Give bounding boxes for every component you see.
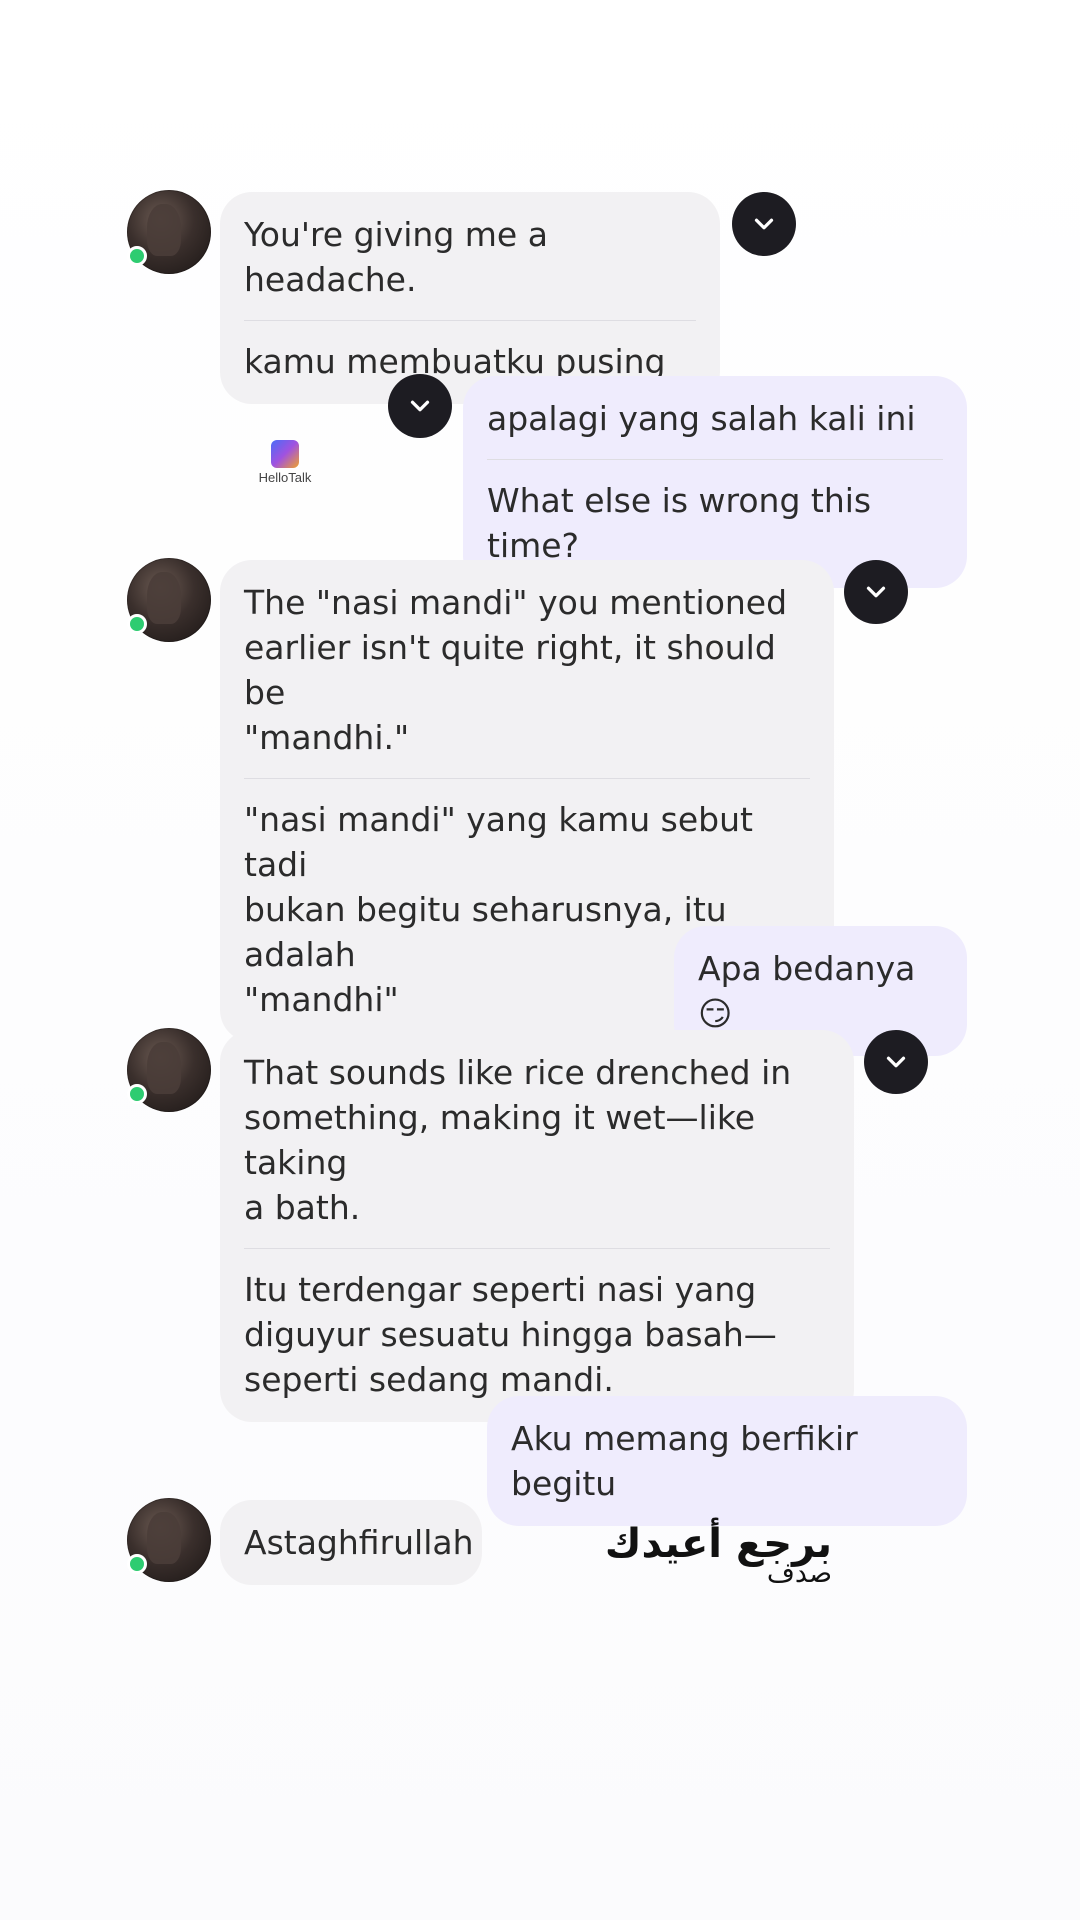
message-translation-text: Itu terdengar seperti nasi yang diguyur … bbox=[244, 1270, 777, 1399]
message-bubble-outgoing[interactable]: Aku memang berfikir begitu bbox=[487, 1396, 967, 1526]
avatar-figure bbox=[147, 1512, 181, 1564]
message-translation-text: What else is wrong this time? bbox=[487, 481, 872, 565]
message-original-text: Apa bedanya😏 bbox=[698, 949, 916, 1033]
message-bubble-incoming[interactable]: You're giving me a headache. kamu membua… bbox=[220, 192, 720, 404]
watermark-label: HelloTalk bbox=[258, 470, 312, 485]
translate-toggle-button[interactable] bbox=[732, 192, 796, 256]
message-bubble-outgoing[interactable]: apalagi yang salah kali ini What else is… bbox=[463, 376, 967, 588]
translation-divider bbox=[244, 1248, 830, 1249]
chevron-down-icon bbox=[866, 586, 886, 598]
message-original-text: That sounds like rice drenched in someth… bbox=[244, 1053, 792, 1227]
translate-toggle-button[interactable] bbox=[864, 1030, 928, 1094]
avatar-figure bbox=[147, 572, 181, 624]
message-original-text: You're giving me a headache. bbox=[244, 215, 548, 299]
message-original-text: Astaghfirullah bbox=[244, 1523, 474, 1562]
overlay-caption: برجع أعيدك صدف bbox=[605, 1522, 832, 1587]
translation-divider bbox=[244, 778, 810, 779]
chevron-down-icon bbox=[754, 218, 774, 230]
avatar-figure bbox=[147, 204, 181, 256]
online-status-dot bbox=[127, 1554, 147, 1574]
chevron-down-icon bbox=[410, 400, 430, 412]
translate-toggle-button[interactable] bbox=[844, 560, 908, 624]
hellotalk-watermark: HelloTalk bbox=[250, 440, 320, 485]
contact-avatar[interactable] bbox=[127, 1498, 211, 1582]
translation-divider bbox=[244, 320, 696, 321]
message-original-text: Aku memang berfikir begitu bbox=[511, 1419, 858, 1503]
online-status-dot bbox=[127, 246, 147, 266]
contact-avatar[interactable] bbox=[127, 558, 211, 642]
chevron-down-icon bbox=[886, 1056, 906, 1068]
online-status-dot bbox=[127, 614, 147, 634]
chat-area: HelloTalk You're giving me a headache. k… bbox=[0, 0, 1080, 1920]
message-original-text: The "nasi mandi" you mentioned earlier i… bbox=[244, 583, 788, 757]
avatar-figure bbox=[147, 1042, 181, 1094]
contact-avatar[interactable] bbox=[127, 1028, 211, 1112]
message-original-text: apalagi yang salah kali ini bbox=[487, 399, 916, 438]
translation-divider bbox=[487, 459, 943, 460]
contact-avatar[interactable] bbox=[127, 190, 211, 274]
translate-toggle-button[interactable] bbox=[388, 374, 452, 438]
online-status-dot bbox=[127, 1084, 147, 1104]
message-bubble-incoming[interactable]: That sounds like rice drenched in someth… bbox=[220, 1030, 854, 1422]
hellotalk-logo-icon bbox=[271, 440, 299, 468]
message-bubble-incoming[interactable]: Astaghfirullah bbox=[220, 1500, 482, 1585]
